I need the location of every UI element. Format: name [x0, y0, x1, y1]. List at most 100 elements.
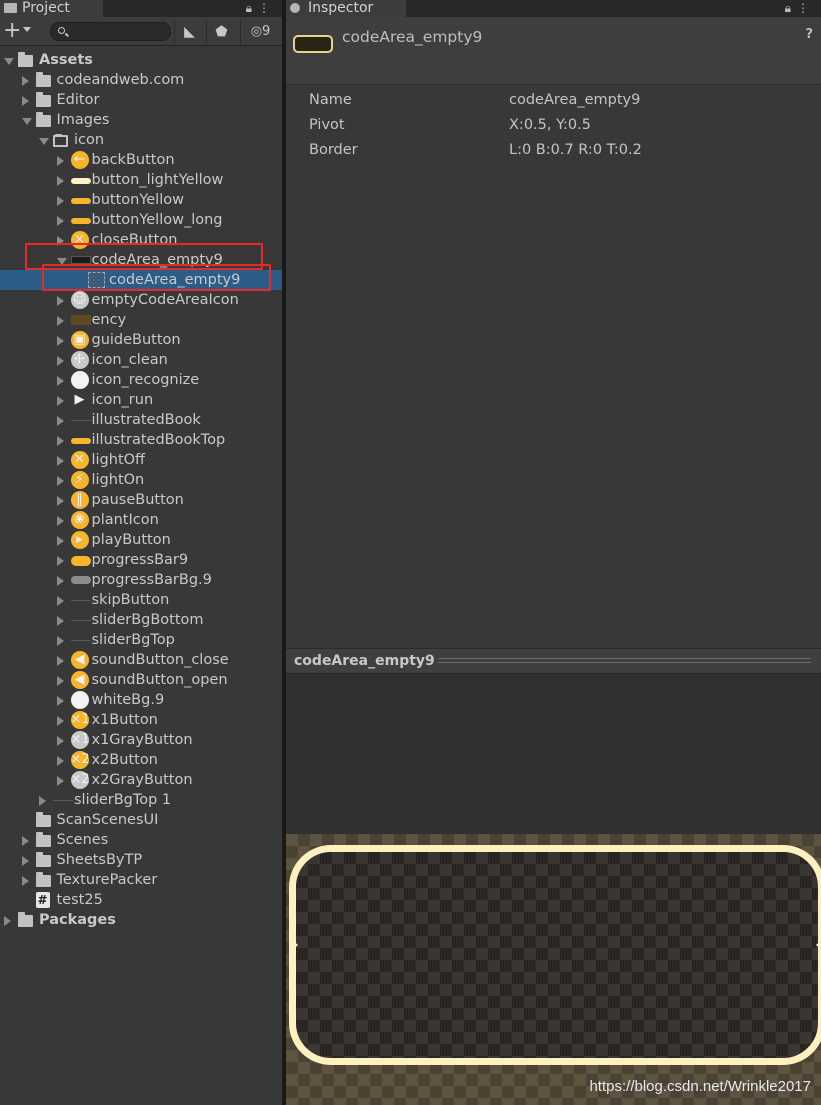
tree-row[interactable]: ▣ guideButton [0, 330, 282, 350]
tree-row[interactable]: skipButton [0, 590, 282, 610]
search-input[interactable] [50, 22, 171, 41]
tree-row[interactable]: ×2 x2Button [0, 750, 282, 770]
tree-row[interactable]: whiteBg.9 [0, 690, 282, 710]
kebab-menu-icon[interactable]: ⋮ [797, 1, 815, 15]
collapse-right-triangle-icon[interactable] [21, 76, 29, 86]
collapse-right-triangle-icon[interactable] [56, 196, 64, 206]
tree-row[interactable]: Images [0, 110, 282, 130]
tree-row[interactable]: ×1 x1Button [0, 710, 282, 730]
search-by-label-button[interactable]: ⬟ [206, 20, 236, 44]
tree-row[interactable]: illustratedBookTop [0, 430, 282, 450]
collapse-right-triangle-icon[interactable] [56, 436, 64, 446]
lock-icon[interactable]: 🔒︎ [785, 1, 797, 15]
collapse-right-triangle-icon[interactable] [56, 216, 64, 226]
expand-down-triangle-icon[interactable] [4, 58, 14, 65]
tree-row[interactable]: ✢ icon_clean [0, 350, 282, 370]
shapes-icon: ◣ [184, 24, 195, 40]
lock-icon[interactable]: 🔒︎ [246, 1, 258, 15]
resize-grip-icon[interactable] [438, 658, 811, 663]
tab-project[interactable]: Project [0, 0, 103, 17]
tree-row[interactable]: button_lightYellow [0, 170, 282, 190]
hidden-packages-toggle[interactable]: ◎9 [240, 20, 280, 44]
collapse-right-triangle-icon[interactable] [56, 576, 64, 586]
tree-row[interactable]: buttonYellow_long [0, 210, 282, 230]
collapse-right-triangle-icon[interactable] [56, 296, 64, 306]
collapse-right-triangle-icon[interactable] [56, 616, 64, 626]
chevron-down-icon[interactable] [23, 27, 31, 32]
tree-row[interactable]: ◀ soundButton_close [0, 650, 282, 670]
tree-row[interactable]: ▶ icon_run [0, 390, 282, 410]
tree-row[interactable]: ency [0, 310, 282, 330]
collapse-right-triangle-icon[interactable] [56, 676, 64, 686]
tree-row[interactable]: ✕ lightOff [0, 450, 282, 470]
tree-row[interactable]: ❀ plantIcon [0, 510, 282, 530]
tree-row[interactable]: sliderBgBottom [0, 610, 282, 630]
collapse-right-triangle-icon[interactable] [56, 456, 64, 466]
tree-row[interactable]: SheetsByTP [0, 850, 282, 870]
tree-row[interactable]: Assets [0, 50, 282, 70]
pause-icon: ‖ [70, 491, 89, 509]
tree-row[interactable]: ⚲ icon_recognize [0, 370, 282, 390]
collapse-right-triangle-icon[interactable] [21, 876, 29, 886]
tree-row[interactable]: Packages [0, 910, 282, 930]
tree-row[interactable]: icon [0, 130, 282, 150]
collapse-right-triangle-icon[interactable] [56, 516, 64, 526]
collapse-right-triangle-icon[interactable] [56, 696, 64, 706]
tree-row[interactable]: progressBarBg.9 [0, 570, 282, 590]
collapse-right-triangle-icon[interactable] [56, 316, 64, 326]
tree-row[interactable]: ×1 x1GrayButton [0, 730, 282, 750]
collapse-right-triangle-icon[interactable] [56, 636, 64, 646]
tree-row[interactable]: Editor [0, 90, 282, 110]
search-by-type-button[interactable]: ◣ [174, 20, 204, 44]
collapse-right-triangle-icon[interactable] [56, 716, 64, 726]
expand-down-triangle-icon[interactable] [21, 118, 32, 125]
collapse-right-triangle-icon[interactable] [56, 496, 64, 506]
collapse-right-triangle-icon[interactable] [21, 856, 29, 866]
collapse-right-triangle-icon[interactable] [56, 376, 64, 386]
collapse-right-triangle-icon[interactable] [56, 736, 64, 746]
collapse-right-triangle-icon[interactable] [56, 476, 64, 486]
collapse-right-triangle-icon[interactable] [21, 96, 29, 106]
tree-row[interactable]: ScanScenesUI [0, 810, 282, 830]
collapse-right-triangle-icon[interactable] [56, 596, 64, 606]
tree-row[interactable]: sliderBgTop 1 [0, 790, 282, 810]
collapse-right-triangle-icon[interactable] [56, 416, 64, 426]
collapse-right-triangle-icon[interactable] [56, 656, 64, 666]
tree-row[interactable]: buttonYellow [0, 190, 282, 210]
tab-inspector[interactable]: Inspector [286, 0, 406, 17]
tree-row[interactable]: ×2 x2GrayButton [0, 770, 282, 790]
collapse-right-triangle-icon[interactable] [56, 176, 64, 186]
tree-row[interactable]: ← backButton [0, 150, 282, 170]
collapse-right-triangle-icon[interactable] [4, 916, 11, 926]
tree-row[interactable]: TexturePacker [0, 870, 282, 890]
tree-row[interactable]: illustratedBook [0, 410, 282, 430]
project-tab-menu[interactable]: 🔒︎⋮ [246, 1, 276, 16]
tree-row[interactable]: ‖ pauseButton [0, 490, 282, 510]
kebab-menu-icon[interactable]: ⋮ [258, 1, 276, 15]
collapse-right-triangle-icon[interactable] [56, 536, 64, 546]
preview-header[interactable]: codeArea_empty9 [286, 648, 821, 674]
tree-row[interactable]: # test25 [0, 890, 282, 910]
add-asset-button[interactable]: + [3, 20, 21, 42]
tree-row[interactable]: ▸ playButton [0, 530, 282, 550]
collapse-right-triangle-icon[interactable] [56, 556, 64, 566]
collapse-right-triangle-icon[interactable] [56, 776, 64, 786]
tree-row[interactable]: ◀ soundButton_open [0, 670, 282, 690]
collapse-right-triangle-icon[interactable] [56, 356, 64, 366]
collapse-right-triangle-icon[interactable] [56, 396, 64, 406]
tree-row[interactable]: codeandweb.com [0, 70, 282, 90]
tree-row[interactable]: sliderBgTop [0, 630, 282, 650]
tree-row[interactable]: ⚡ lightOn [0, 470, 282, 490]
tree-row[interactable]: ☺ emptyCodeAreaIcon [0, 290, 282, 310]
collapse-right-triangle-icon[interactable] [56, 156, 64, 166]
collapse-right-triangle-icon[interactable] [56, 756, 64, 766]
collapse-right-triangle-icon[interactable] [39, 796, 46, 806]
expand-down-triangle-icon[interactable] [39, 138, 49, 145]
slider-line-icon [70, 640, 91, 641]
collapse-right-triangle-icon[interactable] [56, 336, 64, 346]
collapse-right-triangle-icon[interactable] [21, 836, 29, 846]
tree-row[interactable]: Scenes [0, 830, 282, 850]
tree-row[interactable]: progressBar9 [0, 550, 282, 570]
inspector-tab-menu[interactable]: 🔒︎⋮ [785, 1, 815, 16]
help-icon[interactable]: ? [805, 27, 813, 42]
